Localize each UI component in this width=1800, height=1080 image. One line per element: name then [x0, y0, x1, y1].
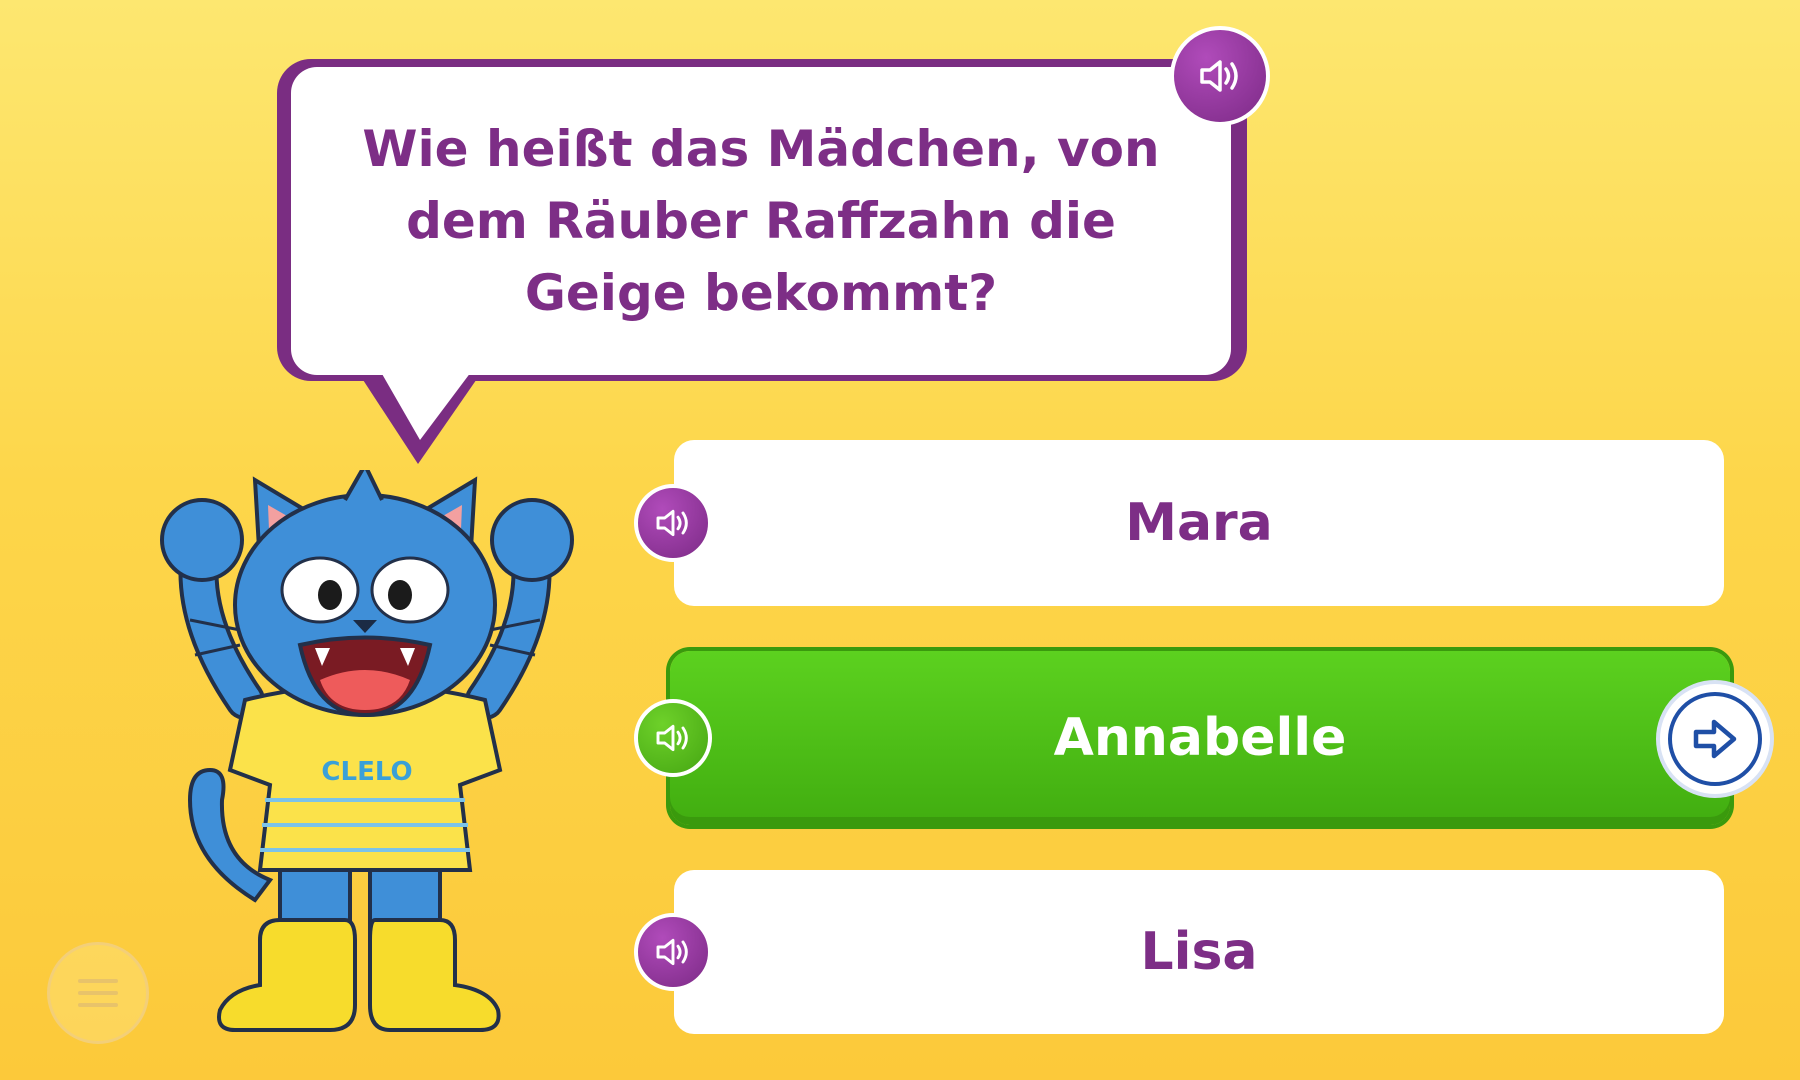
- answer-option-lisa[interactable]: Lisa: [674, 870, 1724, 1034]
- speaker-icon: [656, 724, 688, 752]
- answer-audio-button-annabelle[interactable]: [634, 699, 712, 777]
- mascot-cat: CLELO: [160, 470, 574, 1032]
- menu-button[interactable]: [47, 942, 149, 1044]
- speech-bubble-tail: [350, 360, 490, 464]
- answer-option-annabelle[interactable]: Annabelle: [670, 651, 1730, 825]
- answer-label: Lisa: [1140, 922, 1258, 982]
- speaker-icon: [656, 509, 688, 537]
- answer-audio-button-mara[interactable]: [634, 484, 712, 562]
- speech-bubble: Wie heißt das Mädchen, von dem Räuber Ra…: [291, 67, 1231, 375]
- question-text: Wie heißt das Mädchen, von dem Räuber Ra…: [362, 120, 1160, 322]
- speaker-icon: [656, 938, 688, 966]
- answer-label: Annabelle: [1053, 708, 1347, 768]
- hamburger-menu-icon: [78, 979, 118, 1007]
- speaker-icon: [1200, 60, 1238, 92]
- answer-option-mara[interactable]: Mara: [674, 440, 1724, 606]
- mascot-shirt-text: CLELO: [321, 757, 412, 787]
- answer-label: Mara: [1125, 493, 1273, 553]
- arrow-right-icon: [1693, 719, 1737, 759]
- answer-audio-button-lisa[interactable]: [634, 913, 712, 991]
- next-button[interactable]: [1656, 680, 1774, 798]
- question-audio-button[interactable]: [1170, 26, 1270, 126]
